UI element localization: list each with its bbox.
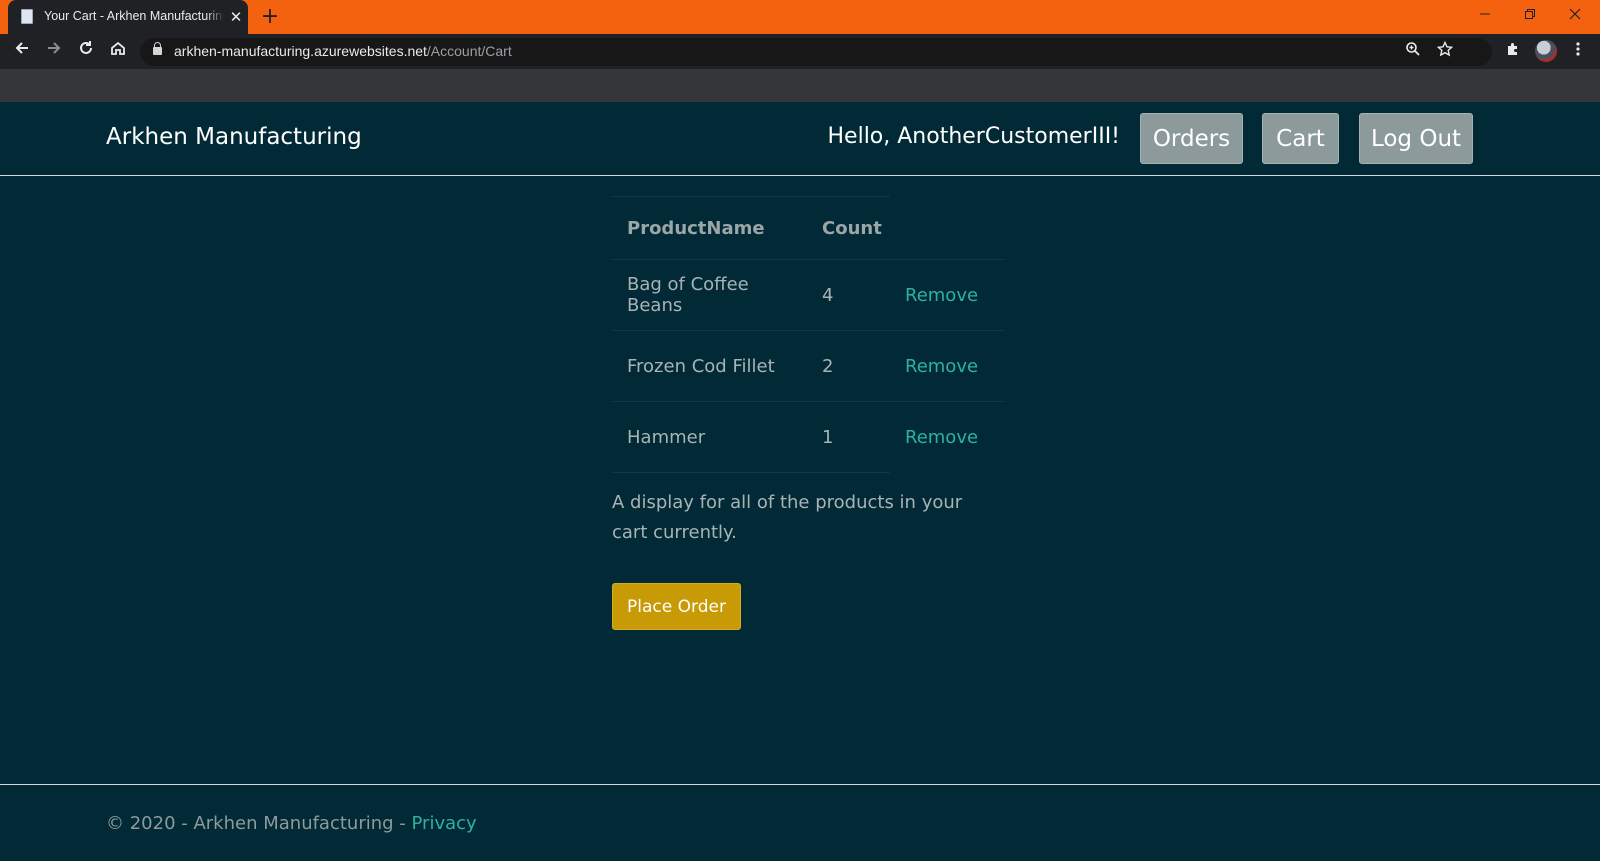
extensions-icon[interactable] — [1500, 39, 1526, 65]
column-header-productname: ProductName — [612, 196, 807, 260]
logout-button[interactable]: Log Out — [1359, 113, 1473, 164]
table-row: Frozen Cod Fillet 2 Remove — [612, 330, 1005, 402]
cart-table: ProductName Count Bag of Coffee Beans 4 … — [612, 196, 1005, 473]
lock-icon — [153, 42, 162, 55]
restore-icon[interactable] — [1515, 4, 1545, 28]
product-count: 1 — [807, 401, 890, 473]
tab-title: Your Cart - Arkhen Manufacturing — [44, 9, 224, 27]
remove-link[interactable]: Remove — [905, 356, 978, 377]
remove-link[interactable]: Remove — [905, 285, 978, 306]
page-favicon-icon — [21, 9, 33, 24]
cart-description: A display for all of the products in you… — [612, 492, 963, 543]
brand-link[interactable]: Arkhen Manufacturing — [106, 124, 362, 150]
browser-tab-strip: Your Cart - Arkhen Manufacturing ✕ + — [0, 0, 1600, 34]
orders-button[interactable]: Orders — [1140, 113, 1243, 164]
site-footer: © 2020 - Arkhen Manufacturing - Privacy — [0, 784, 1600, 861]
user-greeting: Hello, AnotherCustomerIII! — [827, 124, 1121, 149]
table-row: Hammer 1 Remove — [612, 401, 1005, 473]
copyright-text: © 2020 - Arkhen Manufacturing - — [106, 813, 412, 834]
home-icon[interactable] — [105, 39, 131, 65]
new-tab-button[interactable]: + — [258, 5, 282, 29]
back-icon[interactable] — [9, 39, 35, 65]
menu-icon[interactable] — [1568, 39, 1588, 65]
minimize-icon[interactable] — [1470, 4, 1500, 28]
site-header: Arkhen Manufacturing Hello, AnotherCusto… — [0, 102, 1600, 176]
zoom-icon[interactable] — [1402, 41, 1424, 63]
column-header-count: Count — [807, 196, 890, 260]
product-count: 4 — [807, 259, 890, 331]
product-name: Frozen Cod Fillet — [612, 330, 807, 402]
star-icon[interactable] — [1434, 40, 1456, 63]
table-row: Bag of Coffee Beans 4 Remove — [612, 259, 1005, 331]
reload-icon[interactable] — [73, 39, 99, 65]
product-name: Bag of Coffee Beans — [612, 259, 807, 331]
browser-toolbar: arkhen-manufacturing.azurewebsites.net/A… — [0, 34, 1600, 69]
tab-close-icon[interactable]: ✕ — [227, 8, 245, 26]
forward-icon[interactable] — [41, 39, 67, 65]
cart-button[interactable]: Cart — [1262, 113, 1339, 164]
url-text[interactable]: arkhen-manufacturing.azurewebsites.net/A… — [174, 43, 512, 59]
browser-tab[interactable]: Your Cart - Arkhen Manufacturing ✕ — [8, 0, 248, 34]
privacy-link[interactable]: Privacy — [412, 813, 477, 834]
product-name: Hammer — [612, 401, 807, 473]
footer-text: © 2020 - Arkhen Manufacturing - Privacy — [106, 813, 477, 834]
remove-link[interactable]: Remove — [905, 427, 978, 448]
column-header-actions — [890, 196, 1005, 260]
table-header-row: ProductName Count — [612, 196, 1005, 260]
place-order-button[interactable]: Place Order — [612, 583, 741, 630]
address-bar[interactable]: arkhen-manufacturing.azurewebsites.net/A… — [140, 38, 1492, 66]
profile-avatar[interactable] — [1535, 40, 1557, 62]
product-count: 2 — [807, 330, 890, 402]
bookmarks-bar — [0, 69, 1600, 102]
close-window-icon[interactable] — [1560, 4, 1590, 28]
